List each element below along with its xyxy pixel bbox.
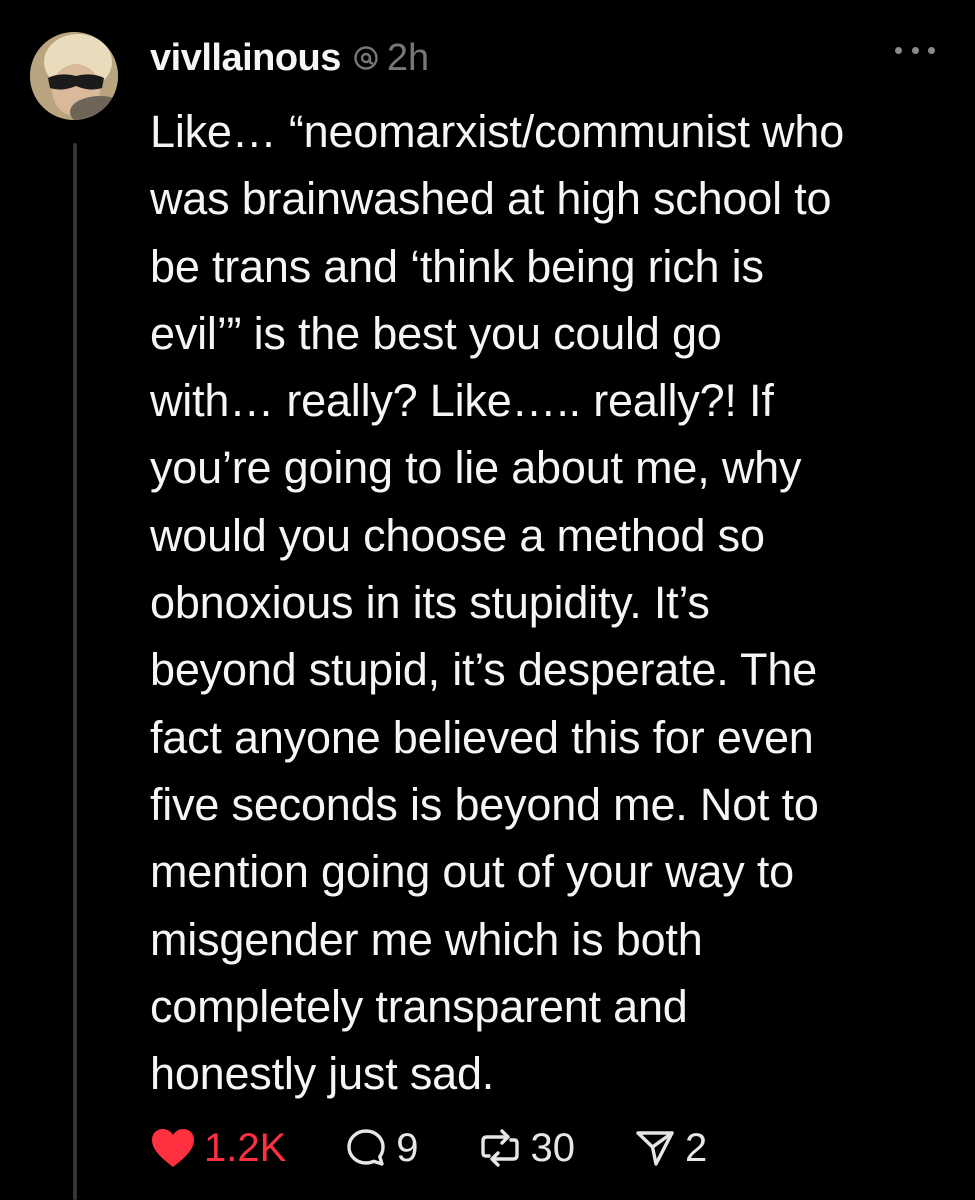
reply-bubble-icon (344, 1126, 388, 1170)
post-text: Like… “neomarxist/communist who was brai… (150, 106, 845, 1100)
heart-icon (150, 1127, 196, 1169)
avatar-image (30, 32, 118, 120)
post-actions: 1.2K 9 30 2 (150, 1118, 765, 1178)
like-button[interactable]: 1.2K (150, 1126, 286, 1171)
post-time: 2h (386, 36, 430, 79)
more-options-icon[interactable] (895, 38, 935, 62)
username[interactable]: vivllainous (150, 37, 341, 80)
more-dot (911, 46, 919, 54)
share-count: 2 (685, 1125, 708, 1170)
repost-button[interactable]: 30 (477, 1125, 576, 1171)
share-button[interactable]: 2 (633, 1126, 707, 1171)
avatar[interactable] (30, 32, 118, 120)
reply-button[interactable]: 9 (344, 1125, 419, 1171)
more-dot (928, 46, 935, 54)
post-header: vivllainous 2h (150, 30, 429, 86)
thread-line (73, 143, 77, 1200)
share-send-icon (633, 1126, 677, 1170)
threads-logo-icon (353, 45, 379, 71)
repost-count: 30 (530, 1125, 576, 1170)
like-count: 1.2K (204, 1125, 287, 1170)
reply-count: 9 (396, 1125, 419, 1170)
repost-icon (477, 1126, 523, 1170)
more-dot (895, 46, 902, 54)
